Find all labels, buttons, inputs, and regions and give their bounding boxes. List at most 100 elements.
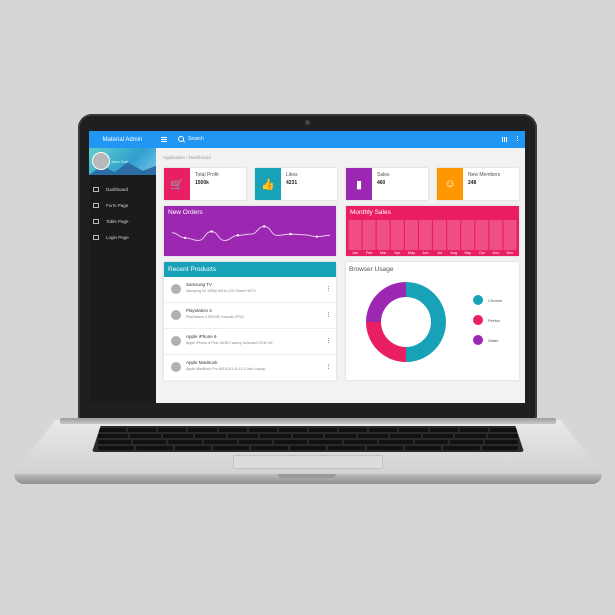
stat-card-members[interactable]: ☺ New Members 248 [437, 168, 519, 200]
search-icon[interactable] [178, 136, 184, 142]
browser-usage-card: Browser Usage Chrome Firefox Safari [346, 262, 519, 380]
table-icon [93, 218, 99, 224]
avatar[interactable] [92, 152, 110, 170]
month-tick-label: Dec [507, 251, 514, 255]
screen: Material Admin Jane Doe Dashboard Form P… [89, 131, 525, 403]
list-item[interactable]: Playstation 4 PlayStation 4 500GB Consol… [164, 303, 336, 329]
sales-bar [362, 220, 376, 250]
breadcrumb: Application / Dashboard [163, 155, 211, 160]
stat-card-sales[interactable]: ▮ Sales 460 [346, 168, 428, 200]
stat-label: New Members [468, 172, 501, 178]
month-tick-label: Apr [394, 251, 401, 255]
laptop-notch [278, 474, 336, 478]
sidebar-item-label: Login Page [106, 234, 129, 240]
more-vert-icon[interactable] [328, 364, 329, 365]
stat-value: 248 [468, 180, 477, 186]
sales-bar [489, 220, 503, 250]
orders-point [210, 230, 213, 233]
app-title: Material Admin [89, 131, 156, 148]
bar-chart-icon: ▮ [346, 168, 372, 200]
month-tick-label: Feb [366, 251, 373, 255]
orders-point [289, 232, 292, 236]
trackpad [233, 455, 383, 469]
stat-value: 4231 [286, 180, 298, 186]
product-name: Apple iPhone 6 [186, 334, 217, 339]
sales-bar [447, 220, 461, 250]
firefox-icon [473, 315, 483, 325]
month-tick-label: Sep [464, 251, 471, 255]
menu-icon[interactable] [161, 137, 167, 142]
donut-slice-chrome [406, 282, 446, 362]
product-desc: Apple MacBook Pro MD101LL/A 13.3-Inch La… [186, 367, 266, 371]
month-tick-label: Jun [422, 251, 428, 255]
legend-label: Chrome [488, 297, 503, 303]
sales-bar [390, 220, 404, 250]
new-orders-card: New Orders [164, 206, 336, 256]
webcam [305, 120, 310, 125]
face-icon: ☺ [437, 168, 463, 200]
sales-bar [404, 220, 418, 250]
thumb-up-icon: 👍 [255, 168, 281, 200]
product-name: Samsung TV [186, 282, 212, 287]
sidebar-item-form[interactable]: Form Page [89, 197, 156, 213]
sales-bar [461, 220, 475, 250]
sales-bar [348, 220, 362, 250]
stat-value: 460 [377, 180, 386, 186]
profile-name: Jane Doe [111, 159, 129, 164]
product-desc: PlayStation 4 500GB Console (PS4) [186, 315, 244, 319]
month-tick-label: May [408, 251, 415, 255]
sidebar-item-label: Form Page [106, 202, 129, 208]
orders-line [171, 225, 331, 241]
apps-icon[interactable] [502, 137, 507, 142]
legend-firefox: Firefox [473, 315, 500, 325]
chrome-icon [473, 295, 483, 305]
recent-products-card: Recent Products Samsung TV Samsung 32 10… [164, 262, 336, 381]
search-input[interactable]: Search [188, 136, 204, 142]
stat-label: Likes [286, 172, 298, 178]
form-icon [93, 202, 99, 208]
sidebar-item-dashboard[interactable]: Dashboard [89, 181, 156, 197]
product-avatar [171, 284, 181, 294]
more-vert-icon[interactable] [328, 312, 329, 313]
sidebar-item-login[interactable]: Login Page [89, 229, 156, 245]
sales-bar [419, 220, 432, 250]
sales-bar [475, 220, 489, 250]
product-desc: Samsung 32 1080p 60Hz LED Smart HDTV. [186, 289, 257, 293]
legend-label: Firefox [488, 317, 501, 323]
recent-products-title: Recent Products [164, 262, 336, 277]
product-avatar [171, 362, 181, 372]
product-avatar [171, 310, 181, 320]
sales-bar [376, 220, 390, 250]
stat-card-profit[interactable]: 🛒 Total Profit 1500k [164, 168, 246, 200]
legend-safari: Safari [473, 335, 498, 345]
orders-point [236, 234, 240, 237]
topbar: Search [156, 131, 525, 148]
donut-slice-firefox [366, 322, 406, 362]
more-vert-icon[interactable] [517, 136, 518, 137]
browser-usage-donut [366, 282, 446, 362]
stat-card-likes[interactable]: 👍 Likes 4231 [255, 168, 337, 200]
month-tick-label: Aug [450, 251, 457, 255]
new-orders-chart [171, 225, 331, 241]
safari-icon [473, 335, 483, 345]
month-tick-label: Oct [479, 251, 486, 255]
list-item[interactable]: Samsung TV Samsung 32 1080p 60Hz LED Sma… [164, 277, 336, 303]
more-vert-icon[interactable] [328, 338, 329, 339]
month-tick-label: Jan [352, 251, 358, 255]
sidebar-nav: Dashboard Form Page Table Page Login Pag… [89, 181, 156, 245]
list-item[interactable]: Apple iPhone 6 Apple iPhone 6 Plus 16GB … [164, 329, 336, 355]
login-icon [93, 234, 99, 240]
sidebar-item-label: Dashboard [106, 186, 129, 192]
more-vert-icon[interactable] [328, 286, 329, 287]
dashboard-icon [93, 186, 99, 192]
keyboard [92, 426, 524, 452]
legend-label: Safari [488, 337, 499, 343]
legend-chrome: Chrome [473, 295, 502, 305]
orders-point [183, 236, 187, 240]
sidebar-item-label: Table Page [106, 218, 129, 224]
list-item[interactable]: Apple MacBook Apple MacBook Pro MD101LL/… [164, 355, 336, 381]
sidebar-item-table[interactable]: Table Page [89, 213, 156, 229]
month-tick-label: Nov [492, 251, 499, 255]
cart-icon: 🛒 [164, 168, 190, 200]
stat-label: Total Profit [195, 172, 219, 178]
